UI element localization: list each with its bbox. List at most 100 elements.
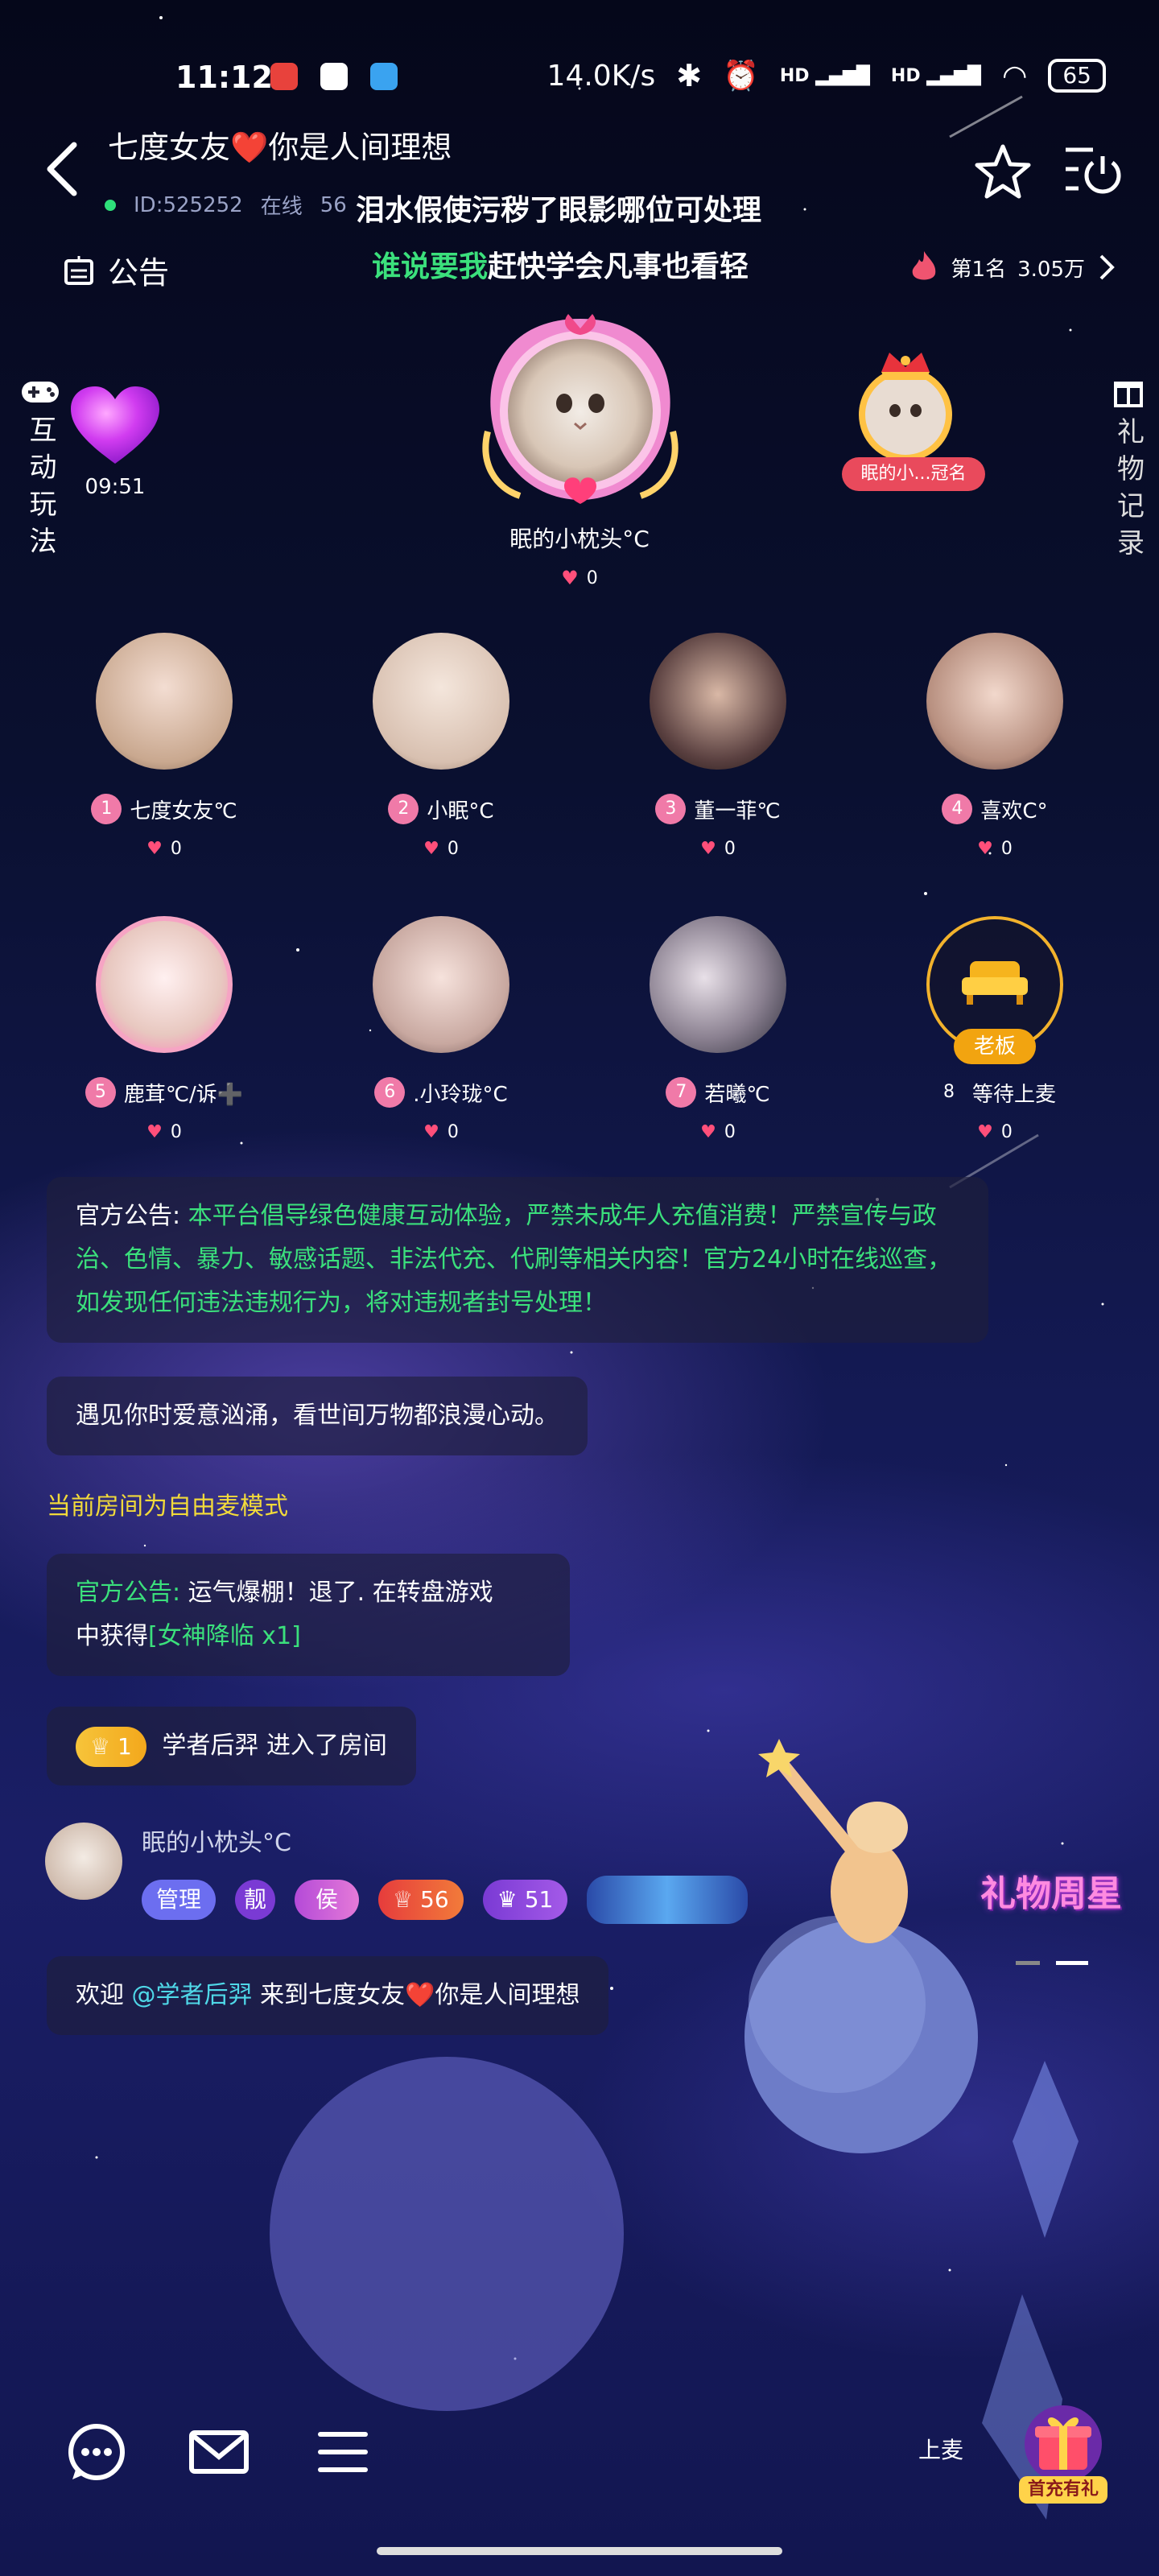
seat-likes: 0	[447, 1122, 459, 1142]
luck-text-1: 运气爆棚！退了. 在转盘游戏	[188, 1579, 493, 1607]
user-level-badge: ♕ 1	[76, 1726, 146, 1767]
wifi-icon: ◠	[1001, 59, 1028, 93]
seat-name: 小眠°C	[427, 799, 494, 824]
host-avatar[interactable]	[480, 311, 681, 512]
luck-prize: [女神降临 x1]	[148, 1622, 301, 1650]
message-button[interactable]	[187, 2420, 251, 2484]
seat-number: 7	[666, 1077, 697, 1108]
seat-avatar-empty: 老板	[926, 916, 1063, 1064]
seat-likes: 0	[170, 1122, 182, 1142]
back-button[interactable]	[39, 137, 84, 201]
mic-seat-7[interactable]: 7 若曦℃ ♥ 0	[629, 916, 806, 1142]
gift-record-button[interactable]: 礼物记录	[1104, 374, 1153, 565]
seat-avatar	[96, 633, 233, 770]
mail-icon	[189, 2430, 249, 2474]
mic-seat-8-empty[interactable]: 老板 8 等待上麦 ♥ 0	[906, 916, 1083, 1142]
power-icon	[1066, 147, 1121, 194]
gift-week-star-banner[interactable]: 礼物周星	[972, 1864, 1130, 1922]
room-welcome-message: 遇见你时爱意汹涌，看世间万物都浪漫心动。	[47, 1377, 588, 1455]
mic-mode-message: 当前房间为自由麦模式	[47, 1492, 288, 1521]
greet-message: 欢迎 @学者后羿 来到七度女友❤️你是人间理想	[47, 1956, 609, 2035]
heart-timer[interactable]: 09:51	[66, 383, 164, 499]
mic-seat-1[interactable]: 1 七度女友℃ ♥ 0	[76, 633, 253, 859]
seat-likes: 0	[724, 1122, 736, 1142]
menu-button[interactable]	[311, 2420, 375, 2484]
heart-small-icon: ♥	[561, 567, 579, 589]
boss-badge: 老板	[954, 1029, 1036, 1064]
mic-seat-3[interactable]: 3 董一菲℃ ♥ 0	[629, 633, 806, 859]
qq-icon	[320, 63, 348, 90]
room-title: 七度女友❤️你是人间理想	[108, 130, 452, 165]
fire-icon	[912, 251, 935, 280]
netease-music-icon	[270, 63, 298, 90]
crown-avatar-frame	[859, 353, 952, 461]
official-text: 本平台倡导绿色健康互动体验，严禁未成年人充值消费！严禁宣传与政治、色情、暴力、敏…	[76, 1202, 952, 1317]
mic-seat-6[interactable]: 6 .小玲珑°C ♥ 0	[353, 916, 530, 1142]
mic-seat-4[interactable]: 4 喜欢C° ♥ 0	[906, 633, 1083, 859]
favorite-button[interactable]	[972, 142, 1033, 203]
heart-small-icon: ♥	[423, 1122, 439, 1142]
pretty-id-badge: 靓	[235, 1880, 276, 1920]
chat-user-avatar[interactable]	[45, 1823, 122, 1900]
rank-button[interactable]: 第1名 3.05万	[908, 250, 1116, 285]
heart-small-icon: ♥	[146, 1122, 163, 1142]
seat-likes: 0	[1000, 839, 1013, 859]
seat-number: 2	[388, 794, 419, 824]
heart-small-icon: ♥	[146, 839, 163, 859]
banner-indicator-inactive	[1016, 1961, 1040, 1965]
join-user[interactable]: 学者后羿	[162, 1732, 258, 1760]
seat-avatar	[373, 633, 509, 770]
seat-name: 董一菲℃	[694, 799, 781, 824]
seat-likes: 0	[724, 839, 736, 859]
seat-likes: 0	[447, 839, 459, 859]
room-meta: ID:525252 在线 56	[105, 190, 347, 220]
seat-name: 喜欢C°	[980, 799, 1048, 824]
alarm-icon: ⏰	[723, 60, 759, 93]
seat-name: 鹿茸℃/诉➕	[123, 1082, 244, 1107]
online-label: 在线	[260, 195, 303, 219]
first-charge-label: 首充有礼	[1019, 2476, 1107, 2504]
heart-small-icon: ♥	[700, 839, 716, 859]
noble-rank-badge: 侯	[295, 1880, 360, 1920]
exit-room-button[interactable]	[1061, 142, 1122, 203]
heart-timer-value: 09:51	[85, 475, 146, 499]
luck-label: 官方公告:	[76, 1579, 181, 1607]
network-speed: 14.0K/s	[547, 59, 656, 93]
lyric-rest: 赶快学会凡事也看轻	[488, 250, 749, 283]
seat-avatar	[650, 633, 786, 770]
wealth-level-badge: ♕ 56	[378, 1880, 464, 1920]
mic-seat-2[interactable]: 2 小眠°C ♥ 0	[353, 633, 530, 859]
home-indicator[interactable]	[377, 2547, 782, 2555]
gift-box-icon	[1025, 2405, 1102, 2483]
chat-user-name[interactable]: 眠的小枕头°C	[142, 1823, 291, 1858]
hamburger-menu-icon	[318, 2432, 368, 2472]
host-avatar-frame	[482, 314, 678, 504]
heart-small-icon: ♥	[977, 839, 993, 859]
notice-button[interactable]: 公告	[63, 248, 169, 292]
seat-name: .小玲珑°C	[413, 1082, 508, 1107]
mic-seat-5[interactable]: 5 鹿茸℃/诉➕ ♥ 0	[76, 916, 253, 1142]
heart-small-icon: ♥	[700, 1122, 716, 1142]
rank-value: 3.05万	[1017, 257, 1085, 282]
gift-icon	[1114, 382, 1143, 407]
luck-notice-message: 官方公告: 运气爆棚！退了. 在转盘游戏 中获得[女神降临 x1]	[47, 1554, 570, 1676]
seat-number: 6	[374, 1077, 406, 1108]
banner-indicator-active	[1056, 1961, 1088, 1965]
crown-badge: 眠的小...冠名	[842, 457, 985, 491]
up-mic-button[interactable]: 上麦	[889, 2410, 993, 2491]
interactive-play-button[interactable]: 互动玩法	[16, 377, 64, 564]
admin-badge: 管理	[142, 1880, 217, 1920]
gamepad-icon	[22, 382, 59, 402]
seat-avatar	[96, 916, 233, 1053]
crown-sponsor-avatar[interactable]	[845, 346, 966, 467]
join-text: 进入了房间	[266, 1732, 387, 1760]
chat-button[interactable]	[64, 2420, 129, 2484]
signal-icon-1: HD ▂▄▆█	[779, 65, 870, 86]
online-count: 56	[320, 192, 347, 217]
first-charge-gift-button[interactable]: 首充有礼	[1011, 2402, 1116, 2505]
chat-bubble-icon	[68, 2424, 125, 2480]
seat-number: 4	[942, 794, 973, 824]
seat-name: 等待上麦	[971, 1082, 1056, 1107]
online-dot-icon	[105, 199, 116, 211]
greet-user[interactable]: @学者后羿	[132, 1981, 253, 2009]
